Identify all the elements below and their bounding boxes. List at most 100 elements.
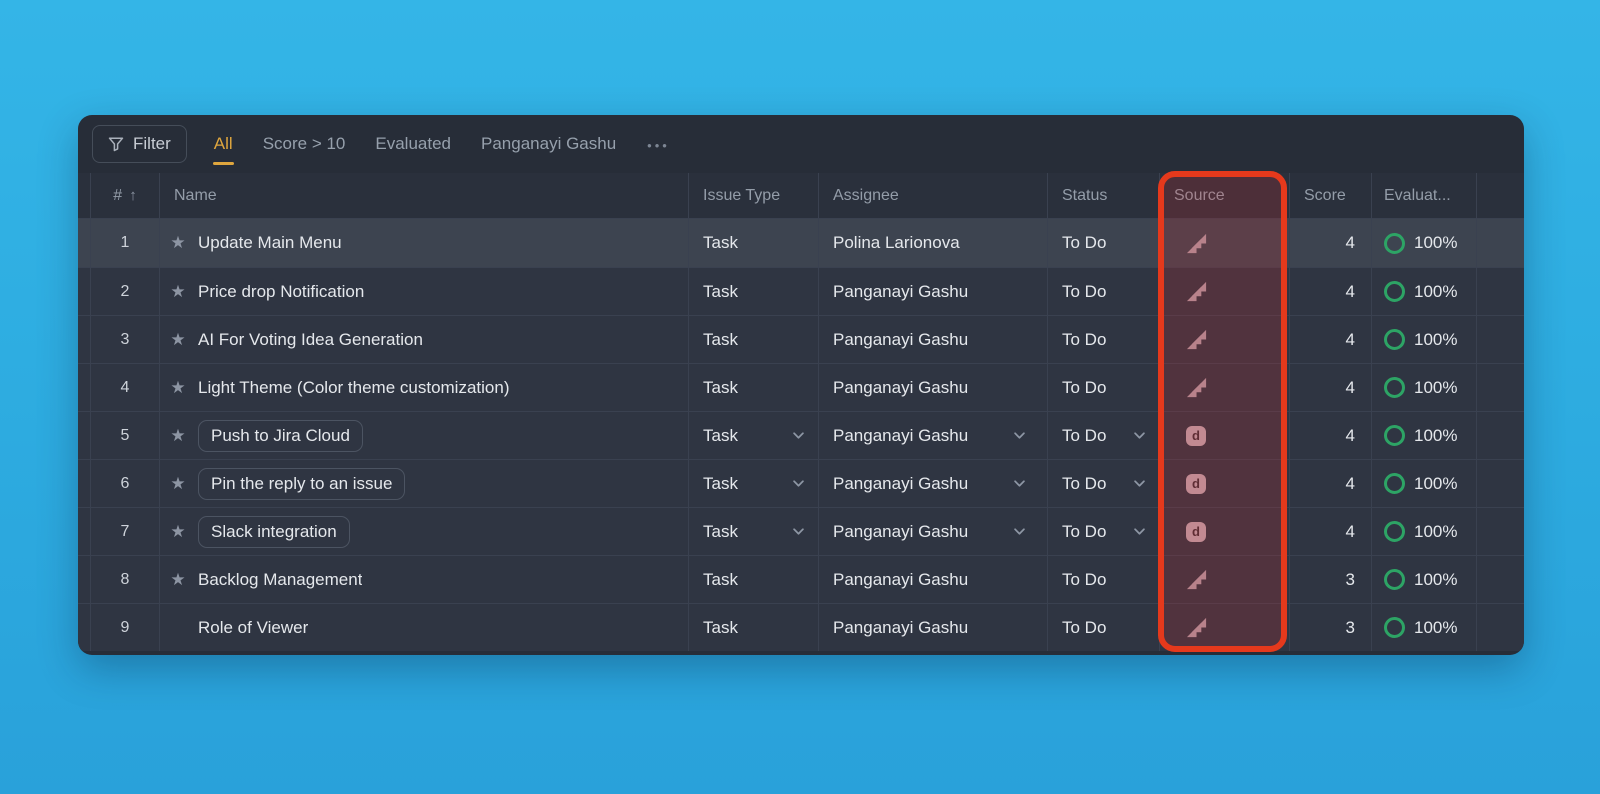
star-icon[interactable]: ★ — [168, 330, 188, 350]
chevron-down-icon[interactable] — [1014, 432, 1025, 439]
assignee-cell[interactable]: Panganayi Gashu — [819, 556, 1048, 603]
source-cell: d — [1160, 460, 1290, 507]
evaluated-cell: 100% — [1372, 508, 1477, 555]
assignee-cell[interactable]: Panganayi Gashu — [819, 508, 1048, 555]
row-number-cell: 8 — [90, 556, 160, 603]
issue-type-value: Task — [703, 522, 738, 542]
column-header-issue-type[interactable]: Issue Type — [689, 173, 819, 218]
issue-type-cell[interactable]: Task — [689, 556, 819, 603]
table-row[interactable]: 6 ★ Pin the reply to an issue Task Panga… — [78, 459, 1524, 507]
table-row[interactable]: 9 ★ Role of Viewer Task Panganayi Gashu … — [78, 603, 1524, 651]
filter-tab[interactable]: Score > 10 — [262, 130, 347, 158]
filter-tab-label: Evaluated — [375, 134, 451, 153]
issue-type-cell[interactable]: Task — [689, 508, 819, 555]
task-name[interactable]: Backlog Management — [198, 570, 362, 590]
chevron-down-icon[interactable] — [1134, 528, 1145, 535]
filler-cell — [1477, 364, 1524, 411]
filler-cell — [1477, 412, 1524, 459]
issue-type-cell[interactable]: Task — [689, 412, 819, 459]
issue-type-cell[interactable]: Task — [689, 219, 819, 267]
issue-type-cell[interactable]: Task — [689, 316, 819, 363]
status-cell[interactable]: To Do — [1048, 219, 1160, 267]
star-icon[interactable]: ★ — [168, 378, 188, 398]
chevron-down-icon[interactable] — [1134, 480, 1145, 487]
issue-type-cell[interactable]: Task — [689, 268, 819, 315]
task-name[interactable]: Push to Jira Cloud — [198, 420, 363, 452]
evaluated-cell: 100% — [1372, 364, 1477, 411]
column-header-assignee[interactable]: Assignee — [819, 173, 1048, 218]
table-row[interactable]: 5 ★ Push to Jira Cloud Task Panganayi Ga… — [78, 411, 1524, 459]
chevron-down-icon[interactable] — [1014, 528, 1025, 535]
status-cell[interactable]: To Do — [1048, 556, 1160, 603]
column-header-status[interactable]: Status — [1048, 173, 1160, 218]
status-cell[interactable]: To Do — [1048, 604, 1160, 651]
table-row[interactable]: 1 ★ Update Main Menu Task Polina Lariono… — [78, 219, 1524, 267]
assignee-cell[interactable]: Polina Larionova — [819, 219, 1048, 267]
sort-ascending-icon: ↑ — [129, 187, 137, 204]
name-cell: ★ Role of Viewer — [160, 604, 689, 651]
column-header-name[interactable]: Name — [160, 173, 689, 218]
assignee-cell[interactable]: Panganayi Gashu — [819, 604, 1048, 651]
issue-type-value: Task — [703, 426, 738, 446]
column-header-source[interactable]: Source — [1160, 173, 1290, 218]
column-header-score[interactable]: Score — [1290, 173, 1372, 218]
filter-tab[interactable]: Evaluated — [374, 130, 452, 158]
task-name[interactable]: AI For Voting Idea Generation — [198, 330, 423, 350]
assignee-cell[interactable]: Panganayi Gashu — [819, 364, 1048, 411]
table-row[interactable]: 3 ★ AI For Voting Idea Generation Task P… — [78, 315, 1524, 363]
task-name[interactable]: Slack integration — [198, 516, 350, 548]
star-icon[interactable]: ★ — [168, 282, 188, 302]
chevron-down-icon[interactable] — [793, 432, 804, 439]
star-icon[interactable]: ★ — [168, 233, 188, 253]
status-cell[interactable]: To Do — [1048, 412, 1160, 459]
jira-icon — [1186, 568, 1208, 591]
status-cell[interactable]: To Do — [1048, 364, 1160, 411]
filter-bar: Filter All Score > 10 Evaluated Panganay… — [78, 115, 1524, 173]
chevron-down-icon[interactable] — [793, 528, 804, 535]
task-name[interactable]: Light Theme (Color theme customization) — [198, 378, 510, 398]
row-number-cell: 1 — [90, 219, 160, 267]
column-header-evaluated[interactable]: Evaluat... — [1372, 173, 1477, 218]
issue-type-value: Task — [703, 618, 738, 638]
star-icon[interactable]: ★ — [168, 426, 188, 446]
task-name[interactable]: Pin the reply to an issue — [198, 468, 405, 500]
filter-button[interactable]: Filter — [92, 125, 187, 163]
d-source-icon: d — [1186, 426, 1206, 446]
table-row[interactable]: 7 ★ Slack integration Task Panganayi Gas… — [78, 507, 1524, 555]
issue-type-cell[interactable]: Task — [689, 364, 819, 411]
score-cell: 4 — [1290, 412, 1372, 459]
filter-tab[interactable]: Panganayi Gashu — [480, 130, 617, 158]
issue-type-cell[interactable]: Task — [689, 460, 819, 507]
star-icon[interactable]: ★ — [168, 570, 188, 590]
status-cell[interactable]: To Do — [1048, 460, 1160, 507]
status-cell[interactable]: To Do — [1048, 508, 1160, 555]
table-row[interactable]: 4 ★ Light Theme (Color theme customizati… — [78, 363, 1524, 411]
assignee-cell[interactable]: Panganayi Gashu — [819, 412, 1048, 459]
assignee-cell[interactable]: Panganayi Gashu — [819, 460, 1048, 507]
chevron-down-icon[interactable] — [1134, 432, 1145, 439]
task-name[interactable]: Role of Viewer — [198, 618, 308, 638]
table-row[interactable]: 8 ★ Backlog Management Task Panganayi Ga… — [78, 555, 1524, 603]
filler-cell — [1477, 219, 1524, 267]
issue-type-cell[interactable]: Task — [689, 604, 819, 651]
task-name[interactable]: Price drop Notification — [198, 282, 364, 302]
chevron-down-icon[interactable] — [1014, 480, 1025, 487]
more-options-icon[interactable]: ••• — [647, 137, 670, 152]
row-number: 5 — [121, 427, 130, 445]
status-cell[interactable]: To Do — [1048, 316, 1160, 363]
assignee-cell[interactable]: Panganayi Gashu — [819, 268, 1048, 315]
status-cell[interactable]: To Do — [1048, 268, 1160, 315]
filter-tab-label: All — [214, 134, 233, 153]
chevron-down-icon[interactable] — [793, 480, 804, 487]
status-value: To Do — [1062, 282, 1106, 302]
column-header-number[interactable]: # ↑ — [90, 173, 160, 218]
table-row[interactable]: 2 ★ Price drop Notification Task Pangana… — [78, 267, 1524, 315]
star-icon[interactable]: ★ — [168, 522, 188, 542]
assignee-cell[interactable]: Panganayi Gashu — [819, 316, 1048, 363]
star-icon[interactable]: ★ — [168, 474, 188, 494]
jira-icon — [1186, 328, 1208, 351]
filter-tab[interactable]: All — [213, 130, 234, 158]
score-value: 3 — [1346, 618, 1355, 638]
task-name[interactable]: Update Main Menu — [198, 233, 342, 253]
progress-ring-icon — [1384, 617, 1405, 638]
